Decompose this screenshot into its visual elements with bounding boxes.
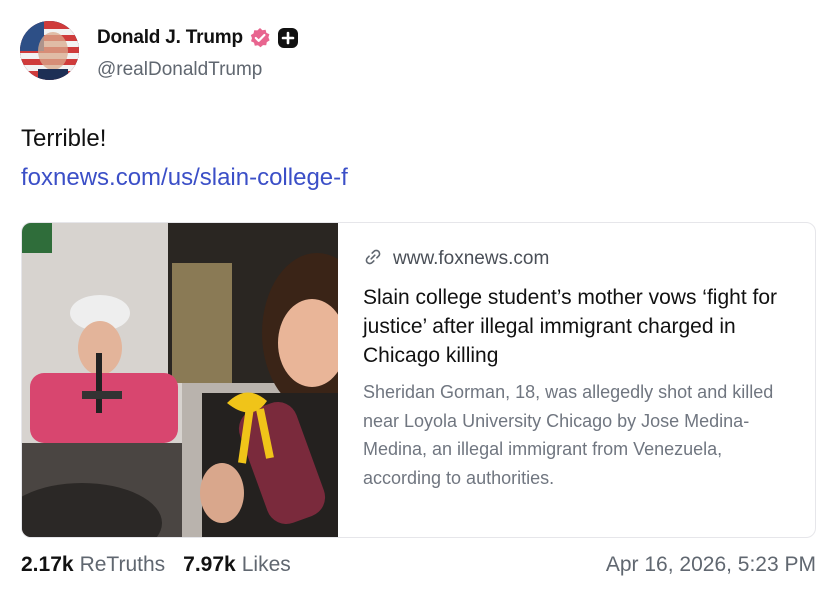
- author-name-row: Donald J. Trump: [97, 27, 299, 49]
- post-timestamp[interactable]: Apr 16, 2026, 5:23 PM: [606, 553, 816, 577]
- post-text: Terrible!: [21, 125, 107, 152]
- card-description: Sheridan Gorman, 18, was allegedly shot …: [363, 382, 774, 488]
- card-body: www.foxnews.com Slain college student’s …: [363, 247, 803, 492]
- post-link[interactable]: foxnews.com/us/slain-college-f: [21, 164, 348, 192]
- retruths-label[interactable]: ReTruths: [80, 553, 166, 577]
- link-icon: [363, 247, 383, 272]
- avatar-image: [20, 21, 79, 80]
- retruths-count[interactable]: 2.17k: [21, 553, 74, 577]
- plus-badge-icon: [277, 27, 299, 49]
- post-stats: 2.17k ReTruths 7.97k Likes: [21, 553, 303, 577]
- author-handle[interactable]: @realDonaldTrump: [97, 59, 262, 81]
- link-preview-card[interactable]: www.foxnews.com Slain college student’s …: [21, 222, 816, 538]
- verified-badge-icon: [249, 27, 271, 49]
- avatar[interactable]: [20, 21, 79, 80]
- preview-image: [22, 223, 372, 537]
- likes-label[interactable]: Likes: [242, 553, 291, 577]
- card-domain-row: www.foxnews.com: [363, 247, 803, 271]
- card-title[interactable]: Slain college student’s mother vows ‘fig…: [363, 283, 803, 370]
- author-display-name[interactable]: Donald J. Trump: [97, 27, 243, 49]
- likes-count[interactable]: 7.97k: [183, 553, 236, 577]
- card-domain: www.foxnews.com: [393, 248, 550, 269]
